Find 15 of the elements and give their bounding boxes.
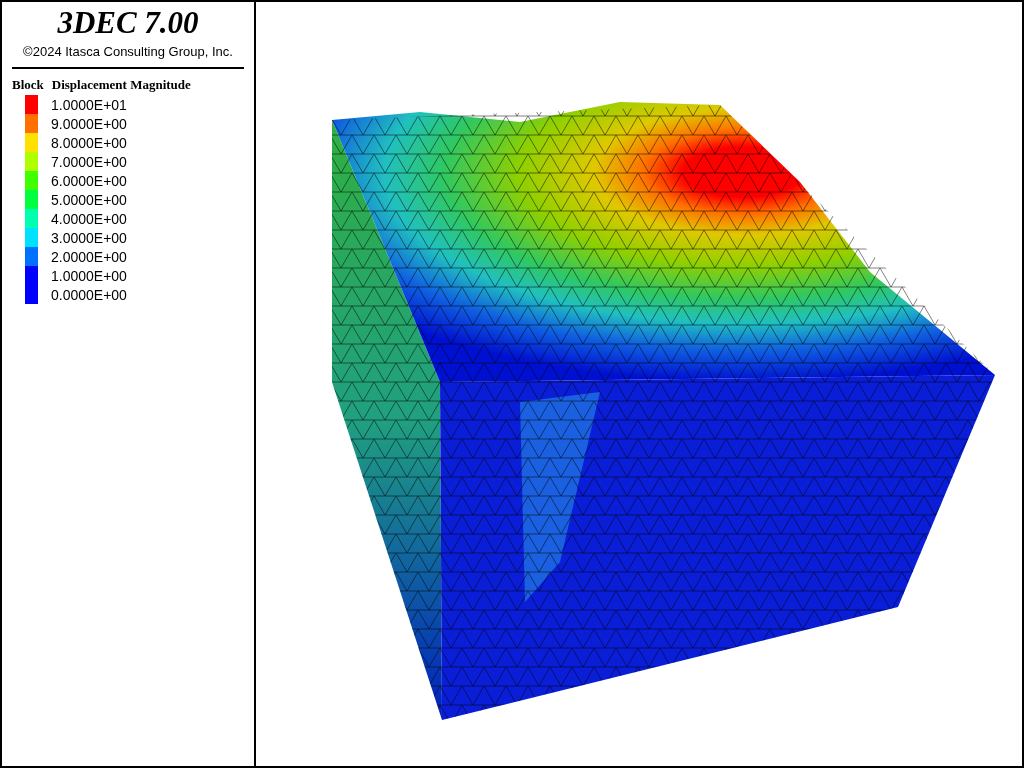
legend-value: 1.0000E+01 [51,96,127,113]
legend-value: 2.0000E+00 [51,248,127,265]
legend-title: Block [12,77,44,93]
legend-value: 4.0000E+00 [51,210,127,227]
legend-value: 1.0000E+00 [51,267,127,284]
legend-value: 5.0000E+00 [51,191,127,208]
legend-value: 9.0000E+00 [51,115,127,132]
legend-value: 3.0000E+00 [51,229,127,246]
legend-value: 0.0000E+00 [51,286,127,303]
app-title: 3DEC 7.00 [56,6,200,40]
legend-title: Displacement Magnitude [51,77,191,93]
copyright-text: ©2024 Itasca Consulting Group, Inc. [22,44,234,59]
legend-value: 8.0000E+00 [51,134,127,151]
legend-value: 6.0000E+00 [51,172,127,189]
legend-value: 7.0000E+00 [51,153,127,170]
